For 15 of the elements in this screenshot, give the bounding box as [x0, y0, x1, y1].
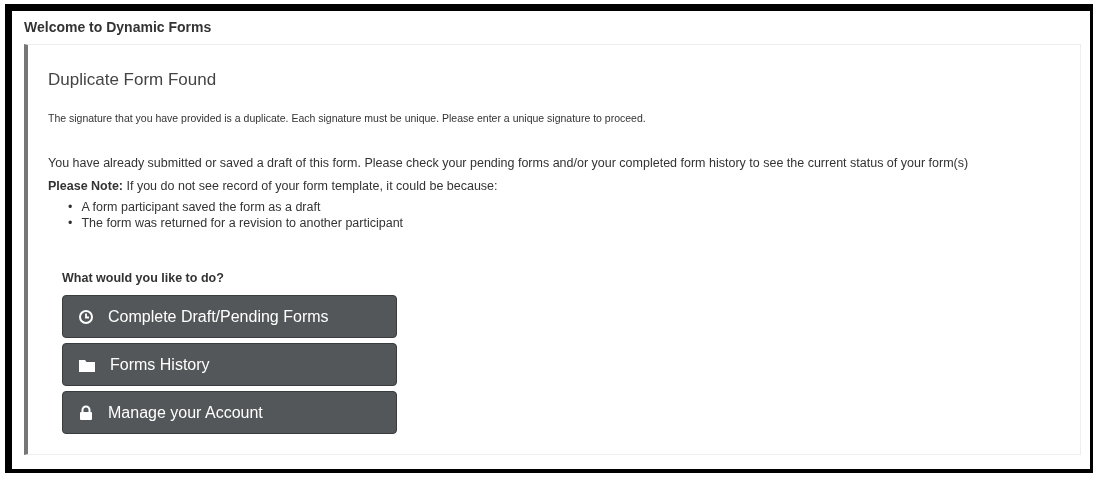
action-button[interactable]: Forms History	[62, 343, 397, 386]
bullet-mark: •	[68, 199, 73, 215]
action-button[interactable]: Complete Draft/Pending Forms	[62, 295, 397, 338]
reason-item: The form was returned for a revision to another participant	[81, 215, 404, 231]
reason-item: A form participant saved the form as a draft	[81, 199, 321, 215]
bullet-mark: •	[68, 215, 73, 231]
note-text: Please Note: If you do not see record of your form template, it could be because:	[48, 179, 499, 193]
clock-icon	[78, 308, 94, 325]
duplicate-notice: The signature that you have provided is a duplicate. Each signature must be unique. Please enter a unique signature to proceed.	[48, 112, 647, 124]
page-header: Welcome to Dynamic Forms	[24, 18, 213, 37]
action-button[interactable]: Manage your Account	[62, 391, 397, 434]
panel-title: Duplicate Form Found	[48, 70, 218, 90]
lock-icon	[78, 404, 94, 421]
prompt-text: What would you like to do?	[62, 271, 225, 285]
status-message: You have already submitted or saved a draft of this form. Please check your pending forms and/or your completed form history to see the current status of your form(s)	[48, 156, 970, 170]
